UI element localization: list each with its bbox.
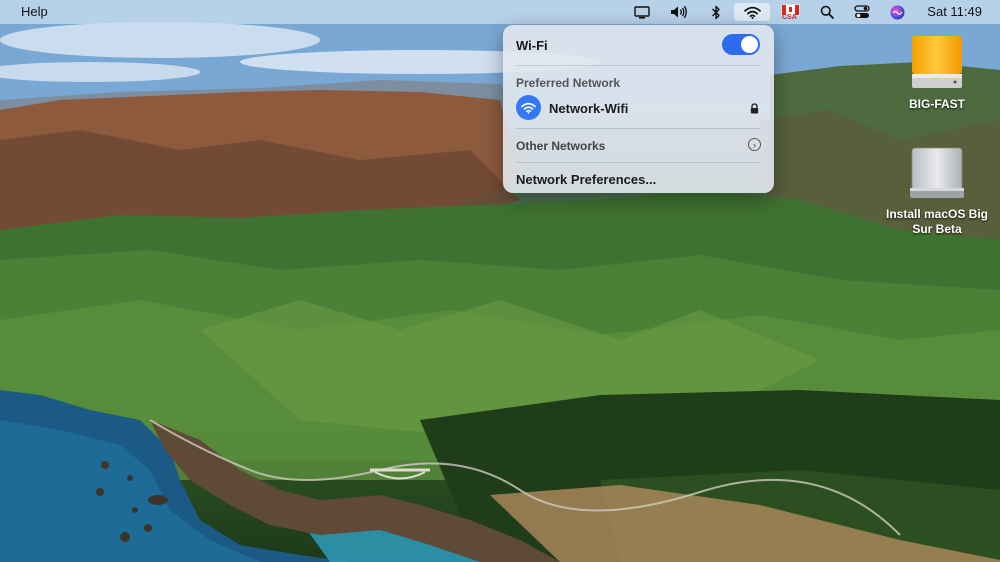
other-networks-label: Other Networks (516, 139, 606, 153)
preferred-network-label: Preferred Network (516, 76, 621, 90)
bluetooth-icon[interactable] (706, 3, 726, 21)
menu-bar: Help CSA Sat 11:49 (0, 0, 1000, 24)
divider (516, 162, 761, 163)
wifi-dropdown-panel: Wi-Fi Preferred Network Network-Wifi Oth… (503, 25, 774, 193)
drive-label: BIG-FAST (909, 97, 965, 111)
keyboard-flag-icon[interactable]: CSA (780, 3, 800, 23)
network-item[interactable]: Network-Wifi (511, 94, 766, 120)
control-center-icon[interactable] (852, 3, 872, 21)
desktop-wallpaper (0, 0, 1000, 562)
network-wifi-icon (516, 95, 541, 120)
wifi-toggle[interactable] (722, 34, 760, 55)
display-icon[interactable] (632, 3, 652, 21)
chevron-right-icon: › (748, 138, 761, 151)
spotlight-search-icon[interactable] (818, 3, 836, 21)
divider (516, 65, 761, 66)
keyboard-layout-label: CSA (782, 14, 797, 21)
wallpaper-landscape (0, 0, 1000, 562)
drive-label: Install macOS Big Sur Beta (885, 207, 989, 236)
menu-bar-clock[interactable]: Sat 11:49 (927, 4, 982, 19)
desktop-drive-install-macos[interactable]: Install macOS Big Sur Beta (877, 146, 997, 237)
external-drive-icon (912, 36, 962, 88)
network-name: Network-Wifi (549, 101, 629, 116)
help-menu[interactable]: Help (21, 4, 48, 19)
volume-icon[interactable] (668, 3, 690, 21)
other-networks-row[interactable]: Other Networks › (511, 133, 766, 157)
wifi-title: Wi-Fi (516, 38, 548, 53)
toggle-knob (741, 36, 758, 53)
network-preferences-label: Network Preferences... (516, 172, 657, 187)
desktop-drive-big-fast[interactable]: BIG-FAST (877, 34, 997, 112)
siri-icon[interactable] (887, 3, 907, 21)
installer-drive-icon (910, 147, 964, 198)
divider (516, 128, 761, 129)
wifi-icon[interactable] (734, 3, 770, 21)
network-preferences-item[interactable]: Network Preferences... (511, 168, 766, 190)
lock-icon (750, 101, 759, 119)
